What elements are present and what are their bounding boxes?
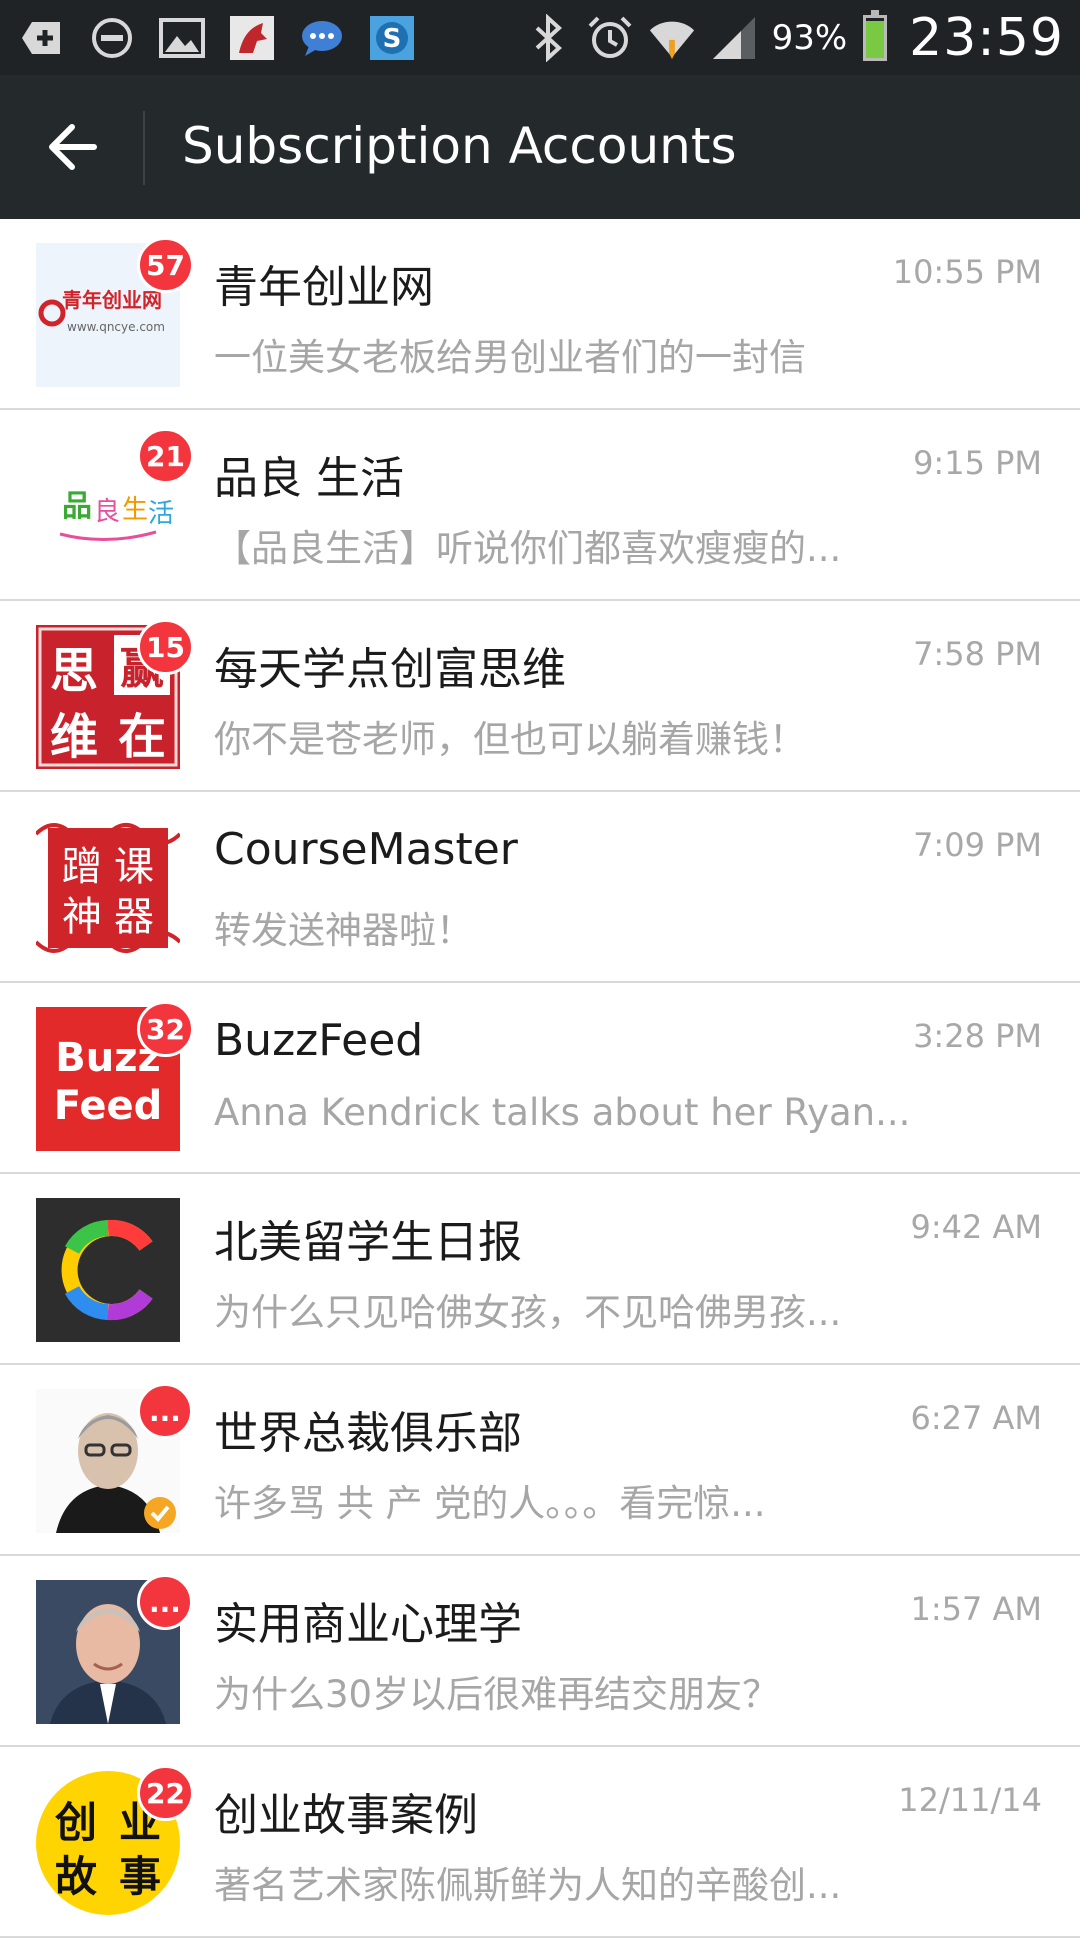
svg-text:在: 在 xyxy=(118,709,166,765)
bluetooth-icon xyxy=(524,14,572,62)
account-name: 创业故事案例 xyxy=(214,1790,478,1841)
notification-icons: S xyxy=(18,12,416,64)
svg-text:事: 事 xyxy=(119,1852,161,1901)
do-not-disturb-icon xyxy=(88,14,136,62)
svg-text:创: 创 xyxy=(55,1798,97,1847)
chat-notification-icon xyxy=(298,14,346,62)
unread-badge: 22 xyxy=(137,1765,194,1821)
message-preview: 【品良生活】听说你们都喜欢瘦瘦的... xyxy=(214,527,842,570)
unread-badge: 15 xyxy=(137,619,194,675)
message-time: 10:55 PM xyxy=(892,253,1042,291)
add-icon xyxy=(18,14,66,62)
system-status: 93% 23:59 xyxy=(524,8,1064,68)
account-name: 实用商业心理学 xyxy=(214,1599,522,1650)
message-preview: 许多骂 共 产 党的人。。。看完惊... xyxy=(214,1482,766,1525)
svg-text:青年创业网: 青年创业网 xyxy=(62,288,162,312)
svg-text:蹭: 蹭 xyxy=(62,844,102,890)
message-preview: 转发送神器啦！ xyxy=(214,909,473,952)
message-time: 1:57 AM xyxy=(910,1590,1042,1628)
account-row[interactable]: ... 实用商业心理学 1:57 AM 为什么30岁以后很难再结交朋友？ xyxy=(0,1556,1080,1747)
signal-icon xyxy=(710,14,758,62)
svg-text:Feed: Feed xyxy=(54,1083,163,1129)
message-time: 7:58 PM xyxy=(913,635,1042,673)
message-preview: 你不是苍老师，但也可以躺着赚钱！ xyxy=(214,718,806,761)
battery-percent: 93% xyxy=(771,18,848,58)
account-avatar: 蹭 课 神 器 xyxy=(36,816,180,960)
svg-text:思: 思 xyxy=(50,643,98,699)
message-time: 3:28 PM xyxy=(913,1017,1042,1055)
arrow-left-icon xyxy=(49,124,97,170)
account-name: 青年创业网 xyxy=(214,262,434,313)
app-notification-icon xyxy=(228,14,276,62)
account-row[interactable]: 青年创业网 www.qncye.com 57 青年创业网 10:55 PM 一位美女老板… xyxy=(0,219,1080,410)
svg-text:S: S xyxy=(383,24,402,54)
unread-badge: 57 xyxy=(137,237,194,293)
svg-text:维: 维 xyxy=(50,709,98,765)
account-row[interactable]: 品 良 生 活 21 品良 生活 9:15 PM 【品良生活】听说你们都喜欢瘦瘦的..… xyxy=(0,410,1080,601)
message-preview: Anna Kendrick talks about her Ryan... xyxy=(214,1091,911,1134)
message-time: 9:15 PM xyxy=(913,444,1042,482)
app-bar: Subscription Accounts xyxy=(0,75,1080,219)
battery-icon xyxy=(863,10,888,61)
message-preview: 为什么只见哈佛女孩，不见哈佛男孩... xyxy=(214,1291,842,1334)
message-time: 9:42 AM xyxy=(910,1208,1042,1246)
svg-text:活: 活 xyxy=(148,499,174,529)
unread-badge: 32 xyxy=(137,1001,194,1057)
svg-text:神: 神 xyxy=(62,894,102,940)
back-button[interactable] xyxy=(28,105,116,189)
svg-text:品: 品 xyxy=(62,489,92,524)
account-row[interactable]: 思 赢 维 在 15 每天学点创富思维 7:58 PM 你不是苍老师，但也可以躺着赚钱！ xyxy=(0,601,1080,792)
app-bar-divider xyxy=(143,111,145,185)
account-avatar xyxy=(36,1198,180,1342)
status-bar: S 93% 23:59 xyxy=(0,0,1080,75)
subscription-account-list: 青年创业网 www.qncye.com 57 青年创业网 10:55 PM 一位美女老板… xyxy=(0,219,1080,1938)
svg-text:生: 生 xyxy=(122,495,148,525)
account-name: 品良 生活 xyxy=(214,453,404,504)
page-title: Subscription Accounts xyxy=(182,117,737,175)
unread-badge: 21 xyxy=(137,428,194,484)
account-name: CourseMaster xyxy=(214,824,518,875)
account-row[interactable]: 蹭 课 神 器 CourseMaster 7:09 PM 转发送神器啦！ xyxy=(0,792,1080,983)
svg-text:故: 故 xyxy=(55,1852,97,1901)
message-preview: 一位美女老板给男创业者们的一封信 xyxy=(214,336,806,379)
message-time: 12/11/14 xyxy=(898,1781,1042,1819)
message-preview: 著名艺术家陈佩斯鲜为人知的辛酸创... xyxy=(214,1864,842,1907)
account-row[interactable]: 北美留学生日报 9:42 AM 为什么只见哈佛女孩，不见哈佛男孩... xyxy=(0,1174,1080,1365)
message-time: 6:27 AM xyxy=(910,1399,1042,1437)
account-name: 每天学点创富思维 xyxy=(214,644,566,695)
svg-text:课: 课 xyxy=(114,844,154,890)
unread-badge: ... xyxy=(137,1383,193,1439)
account-row[interactable]: 创 业 故 事 22 创业故事案例 12/11/14 著名艺术家陈佩斯鲜为人知的辛酸创.… xyxy=(0,1747,1080,1938)
account-name: 北美留学生日报 xyxy=(214,1217,522,1268)
account-name: BuzzFeed xyxy=(214,1015,424,1066)
svg-text:良: 良 xyxy=(94,497,120,527)
unread-badge: ... xyxy=(137,1574,193,1630)
account-row[interactable]: ... 世界总裁俱乐部 6:27 AM 许多骂 共 产 党的人。。。看完惊... xyxy=(0,1365,1080,1556)
account-row[interactable]: Buzz Feed 32 BuzzFeed 3:28 PM Anna Kendrick … xyxy=(0,983,1080,1174)
clock: 23:59 xyxy=(909,8,1064,68)
alarm-icon xyxy=(586,14,634,62)
wifi-icon xyxy=(648,14,696,62)
svg-text:器: 器 xyxy=(114,894,154,940)
account-name: 世界总裁俱乐部 xyxy=(214,1408,522,1459)
message-preview: 为什么30岁以后很难再结交朋友？ xyxy=(214,1673,780,1716)
gallery-icon xyxy=(158,14,206,62)
skype-icon: S xyxy=(368,14,416,62)
battery-level-fill xyxy=(866,20,885,58)
svg-text:www.qncye.com: www.qncye.com xyxy=(67,320,165,334)
message-time: 7:09 PM xyxy=(913,826,1042,864)
